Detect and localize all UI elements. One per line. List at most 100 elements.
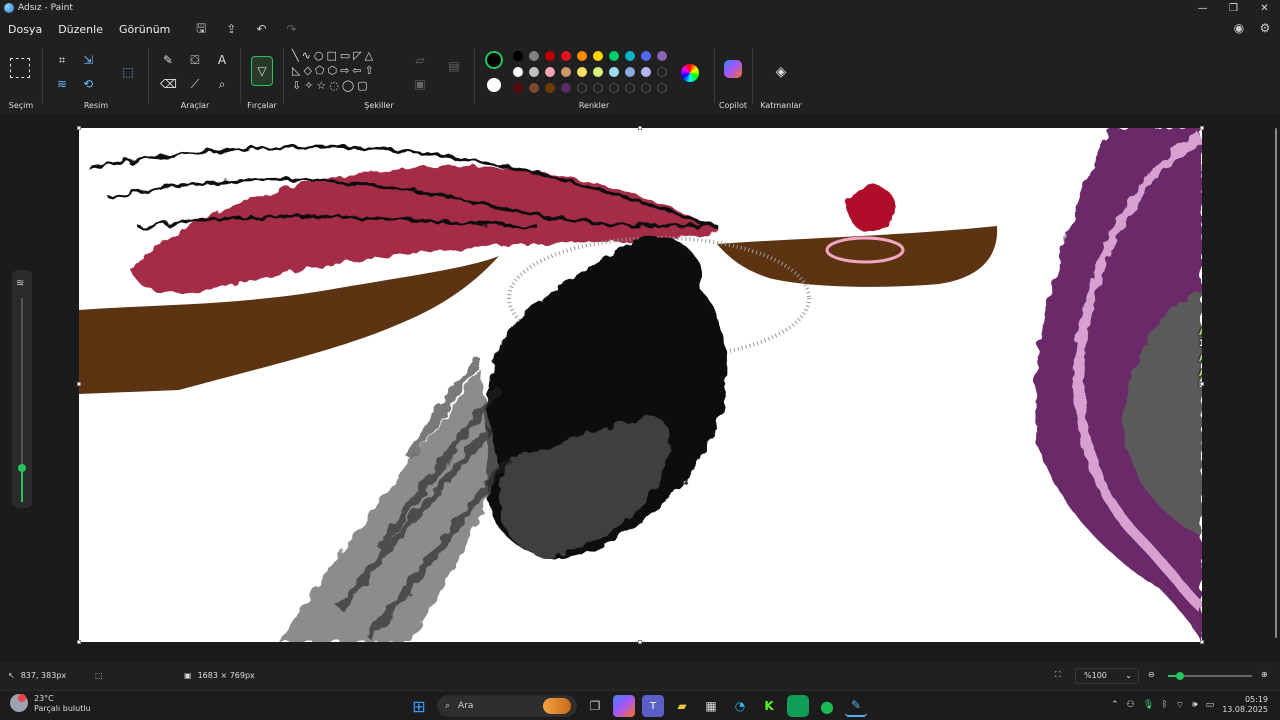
taskbar-search[interactable]: ⌕ Ara: [437, 695, 577, 717]
color-swatch[interactable]: [641, 51, 651, 61]
color-swatch[interactable]: [561, 67, 571, 77]
drawing-canvas[interactable]: AllahOfficial_cc: valla bilmiyomda 19 da…: [79, 128, 1202, 642]
streaming-app-icon[interactable]: [787, 695, 809, 717]
menu-view[interactable]: Görünüm: [111, 23, 178, 36]
color-swatch[interactable]: [529, 67, 539, 77]
color-picker-icon[interactable]: ⟋: [187, 76, 203, 92]
color-swatch[interactable]: [513, 51, 523, 61]
resize-handle-tl[interactable]: [77, 126, 81, 130]
shapes-gallery[interactable]: ╲∿○□▭◸△ ◺◇⬠⬡⇨⇦⇧ ⇩✧☆◌◯▢: [292, 48, 402, 96]
edit-colors-icon[interactable]: [681, 64, 699, 82]
color-swatch[interactable]: [609, 67, 619, 77]
settings-gear-icon[interactable]: ⚙: [1258, 21, 1272, 35]
background-removal-icon[interactable]: ⬚: [120, 64, 136, 80]
color-swatch[interactable]: [657, 51, 667, 61]
resize-handle-br[interactable]: [1200, 640, 1204, 644]
paint-taskbar-icon[interactable]: ✎: [845, 695, 867, 717]
kick-icon[interactable]: K: [758, 695, 780, 717]
copilot-icon[interactable]: [724, 60, 742, 78]
outline-icon[interactable]: ▱: [412, 52, 428, 68]
zoom-dropdown[interactable]: %100 ⌄: [1075, 668, 1139, 684]
crop-icon[interactable]: ⌗: [54, 52, 70, 68]
store-icon[interactable]: ▦: [700, 695, 722, 717]
microphone-icon[interactable]: 🎙: [1143, 700, 1154, 710]
redo-icon[interactable]: ↷: [276, 22, 306, 36]
color-swatch[interactable]: [609, 83, 619, 93]
zoom-slider-knob[interactable]: [1176, 672, 1184, 680]
zoom-in-icon[interactable]: ⊕: [1261, 670, 1268, 679]
color-swatch[interactable]: [577, 67, 587, 77]
color-swatch[interactable]: [545, 51, 555, 61]
eraser-icon[interactable]: ⌫: [160, 76, 177, 92]
resize-handle-tr[interactable]: [1200, 126, 1204, 130]
color-swatch[interactable]: [529, 83, 539, 93]
color-swatch[interactable]: [625, 83, 635, 93]
minimize-button[interactable]: —: [1187, 0, 1218, 16]
zoom-slider[interactable]: [1168, 672, 1252, 680]
windows-start-icon[interactable]: ⊞: [408, 695, 430, 717]
maximize-button[interactable]: ❐: [1218, 0, 1249, 16]
color-swatch[interactable]: [641, 83, 651, 93]
wifi-icon[interactable]: ⌔: [1176, 700, 1184, 711]
share-icon[interactable]: ⇪: [216, 22, 246, 36]
color-swatch[interactable]: [657, 83, 667, 93]
resize-handle-bottom[interactable]: [638, 640, 642, 644]
color-swatch[interactable]: [641, 67, 651, 77]
color-swatch[interactable]: [593, 51, 603, 61]
shape-fill-icon[interactable]: ▣: [412, 76, 428, 92]
menu-edit[interactable]: Düzenle: [50, 23, 111, 36]
file-explorer-icon[interactable]: ▰: [671, 695, 693, 717]
magnifier-icon[interactable]: ⌕: [214, 76, 230, 92]
image-effect-icon[interactable]: ≋: [54, 76, 70, 92]
copilot-taskbar-icon[interactable]: [613, 695, 635, 717]
fit-to-window-icon[interactable]: ⛶: [1055, 670, 1061, 680]
account-icon[interactable]: ◉: [1232, 21, 1246, 35]
battery-icon[interactable]: ▭: [1206, 700, 1215, 710]
color-swatch[interactable]: [577, 83, 587, 93]
menu-file[interactable]: Dosya: [0, 23, 50, 36]
resize-handle-left[interactable]: [77, 382, 81, 386]
color-swatch[interactable]: [625, 67, 635, 77]
slider-knob[interactable]: [18, 464, 26, 472]
vertical-scrollbar[interactable]: [1274, 120, 1278, 650]
volume-icon[interactable]: 🕪: [1192, 700, 1198, 710]
color-swatch[interactable]: [593, 83, 603, 93]
selection-rectangle-icon[interactable]: [10, 58, 30, 78]
color-swatch[interactable]: [545, 67, 555, 77]
edge-icon[interactable]: ◔: [729, 695, 751, 717]
layers-icon[interactable]: ◈: [773, 64, 789, 80]
resize-handle-top[interactable]: [638, 126, 642, 130]
brush-size-slider[interactable]: ≋: [12, 270, 32, 508]
color-swatch[interactable]: [577, 51, 587, 61]
rotate-icon[interactable]: ⟲: [80, 76, 96, 92]
color-swatch[interactable]: [593, 67, 603, 77]
color-swatch[interactable]: [561, 51, 571, 61]
resize-handle-right[interactable]: [1200, 382, 1204, 386]
undo-icon[interactable]: ↶: [246, 22, 276, 36]
fill-bucket-icon[interactable]: ⛋: [187, 52, 203, 68]
zoom-out-icon[interactable]: ⊖: [1148, 670, 1155, 679]
bluetooth-icon[interactable]: ᛒ: [1162, 700, 1167, 710]
task-view-icon[interactable]: ❐: [584, 695, 606, 717]
weather-widget[interactable]: 23°C Parçalı bulutlu: [10, 694, 91, 714]
text-icon[interactable]: A: [214, 52, 230, 68]
pencil-icon[interactable]: ✎: [160, 52, 176, 68]
color-swatch[interactable]: [561, 83, 571, 93]
spotify-icon[interactable]: ●: [816, 695, 838, 717]
resize-handle-bl[interactable]: [77, 640, 81, 644]
clock[interactable]: 05:19 13.08.2025: [1222, 695, 1268, 715]
color-swatch[interactable]: [625, 51, 635, 61]
resize-icon[interactable]: ⇲: [80, 52, 96, 68]
color-swatch[interactable]: [609, 51, 619, 61]
primary-color-swatch[interactable]: [485, 51, 503, 69]
network-icon[interactable]: ⚇: [1127, 700, 1135, 710]
teams-icon[interactable]: T: [642, 695, 664, 717]
color-swatch[interactable]: [529, 51, 539, 61]
color-swatch[interactable]: [545, 83, 555, 93]
secondary-color-swatch[interactable]: [487, 78, 501, 92]
close-button[interactable]: ✕: [1249, 0, 1280, 16]
brush-icon[interactable]: ▽: [251, 56, 273, 86]
color-swatch[interactable]: [513, 83, 523, 93]
color-swatch[interactable]: [657, 67, 667, 77]
chevron-up-icon[interactable]: ⌃: [1111, 700, 1119, 710]
